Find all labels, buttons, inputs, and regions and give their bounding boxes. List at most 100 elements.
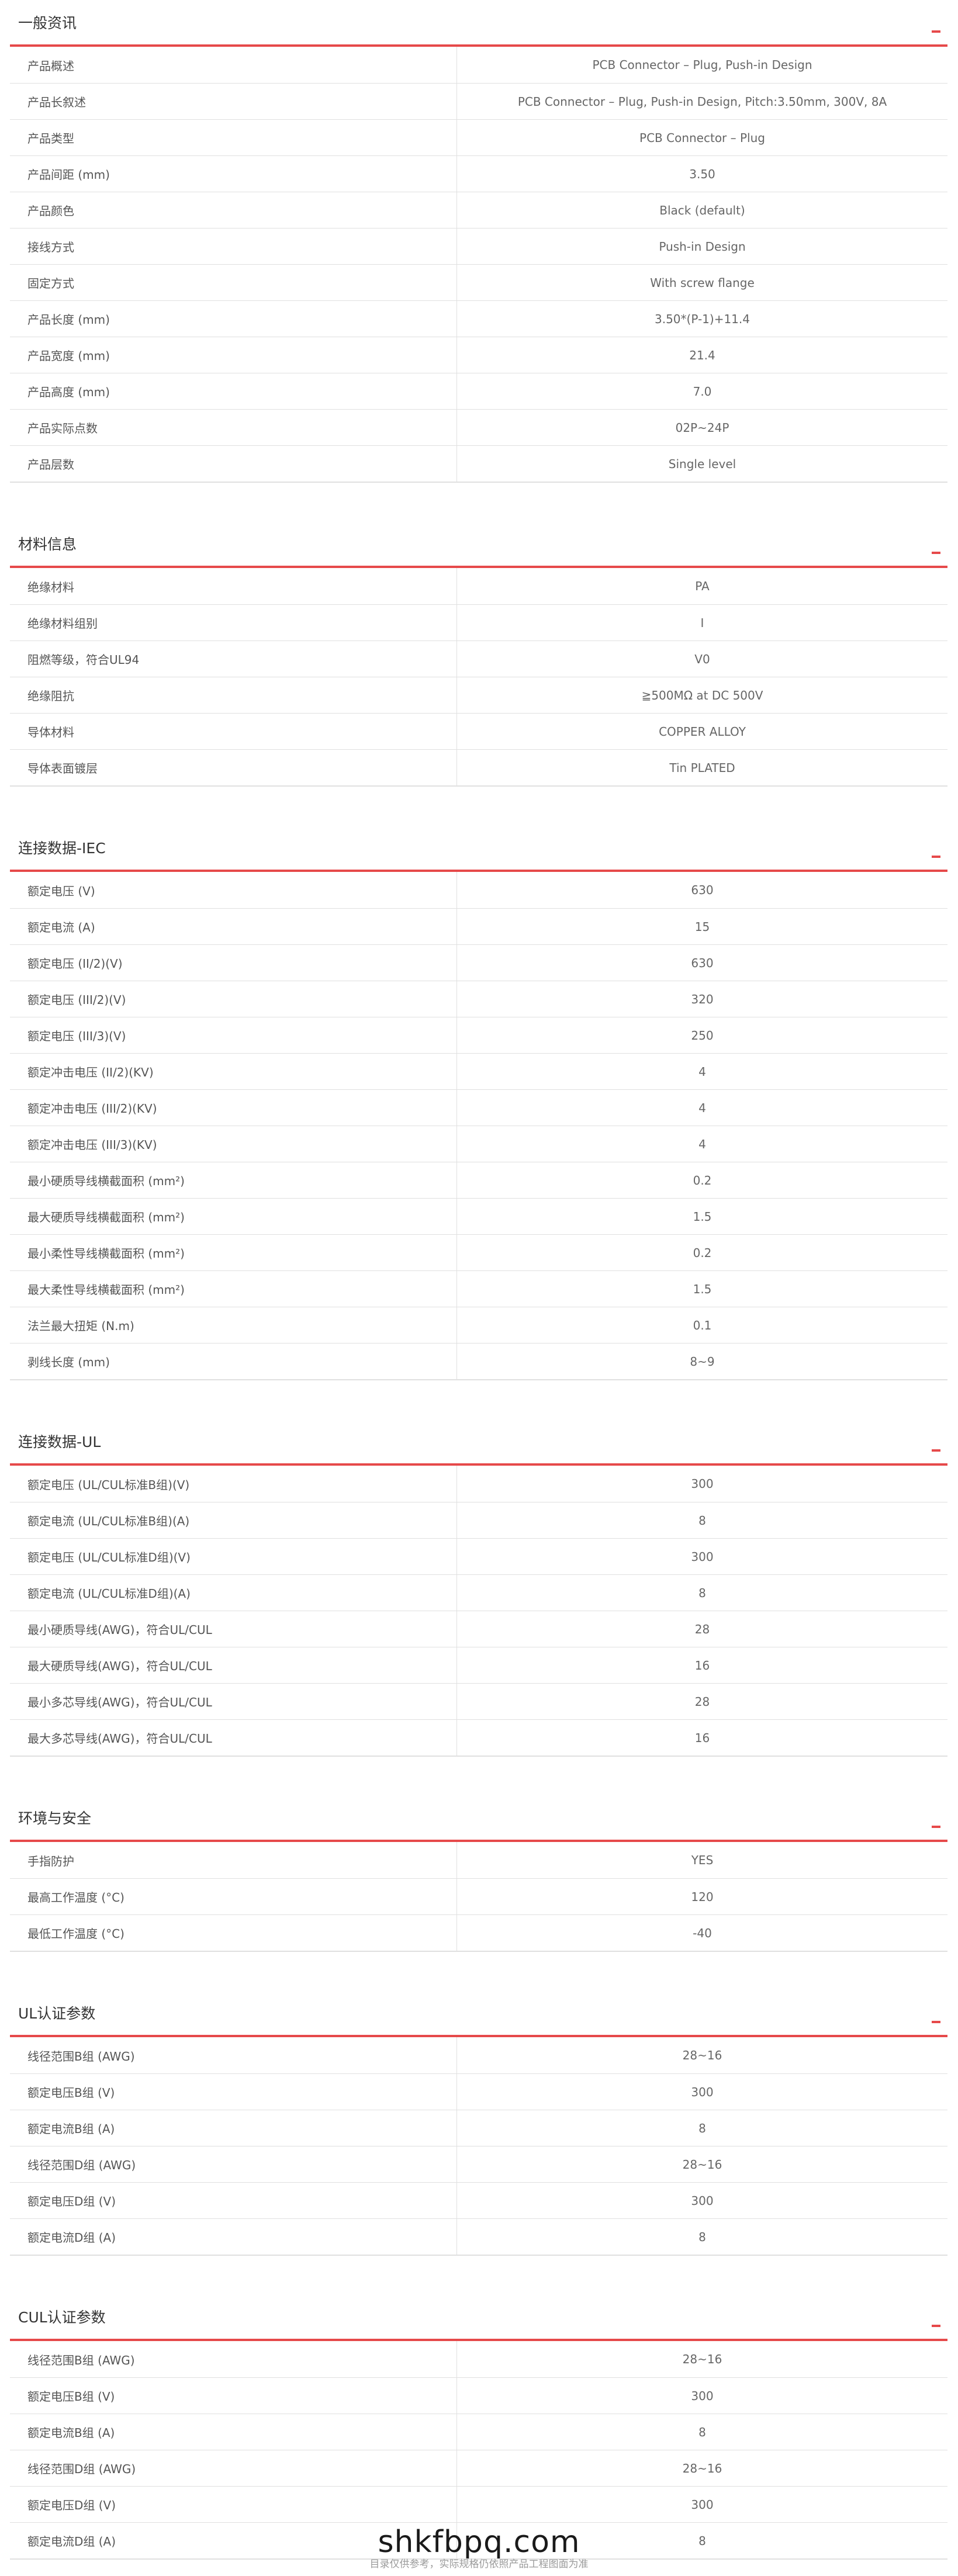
spec-value: 4 bbox=[698, 1137, 706, 1151]
spec-row: 额定冲击电压 (III/2)(KV) 4 bbox=[10, 1089, 947, 1126]
spec-value: 16 bbox=[694, 1658, 710, 1673]
section-header[interactable]: 材料信息 bbox=[10, 529, 947, 568]
spec-label: 线径范围D组 (AWG) bbox=[10, 2146, 457, 2182]
collapse-minus-icon[interactable] bbox=[932, 1826, 940, 1828]
spec-label: 额定电压 (UL/CUL标准B组)(V) bbox=[10, 1466, 457, 1502]
spec-label: 额定电压 (III/3)(V) bbox=[10, 1017, 457, 1053]
spec-value: 28 bbox=[694, 1622, 710, 1636]
spec-row: 额定冲击电压 (III/3)(KV) 4 bbox=[10, 1126, 947, 1162]
collapse-minus-icon[interactable] bbox=[932, 2325, 940, 2327]
spec-value: 630 bbox=[691, 883, 714, 897]
spec-section: 连接数据-IEC 额定电压 (V) 630 额定电流 (A) 15 额定电压 (II/2)… bbox=[10, 833, 947, 1380]
spec-row: 额定电流B组 (A) 8 bbox=[10, 2414, 947, 2450]
spec-row: 导体材料 COPPER ALLOY bbox=[10, 713, 947, 749]
spec-value: 28 bbox=[694, 1694, 710, 1709]
spec-table: 额定电压 (V) 630 额定电流 (A) 15 额定电压 (II/2)(V) 630 额定… bbox=[10, 872, 947, 1380]
spec-label: 额定电流B组 (A) bbox=[10, 2414, 457, 2450]
spec-value: 15 bbox=[694, 919, 710, 934]
spec-value: 630 bbox=[691, 955, 714, 970]
section-header[interactable]: UL认证参数 bbox=[10, 1999, 947, 2037]
spec-label: 产品间距 (mm) bbox=[10, 156, 457, 192]
section-header[interactable]: CUL认证参数 bbox=[10, 2303, 947, 2341]
spec-row: 最小多芯导线(AWG)，符合UL/CUL 28 bbox=[10, 1683, 947, 1719]
spec-label: 最高工作温度 (°C) bbox=[10, 1879, 457, 1914]
spec-value: 320 bbox=[691, 992, 714, 1006]
spec-label: 额定电压 (II/2)(V) bbox=[10, 945, 457, 981]
collapse-minus-icon[interactable] bbox=[932, 2021, 940, 2023]
spec-row: 额定电压 (UL/CUL标准D组)(V) 300 bbox=[10, 1538, 947, 1574]
spec-label: 绝缘材料组别 bbox=[10, 605, 457, 640]
spec-label: 绝缘阻抗 bbox=[10, 677, 457, 713]
spec-label: 最大硬质导线横截面积 (mm²) bbox=[10, 1199, 457, 1234]
spec-value: 300 bbox=[691, 2193, 714, 2208]
spec-row: 产品长度 (mm) 3.50*(P-1)+11.4 bbox=[10, 300, 947, 337]
spec-row: 最小硬质导线横截面积 (mm²) 0.2 bbox=[10, 1162, 947, 1198]
spec-row: 最大硬质导线(AWG)，符合UL/CUL 16 bbox=[10, 1647, 947, 1683]
spec-label: 产品概述 bbox=[10, 47, 457, 83]
section-header[interactable]: 连接数据-UL bbox=[10, 1427, 947, 1466]
spec-row: 额定电流D组 (A) 8 bbox=[10, 2218, 947, 2255]
spec-row: 额定冲击电压 (II/2)(KV) 4 bbox=[10, 1053, 947, 1089]
spec-row: 产品间距 (mm) 3.50 bbox=[10, 155, 947, 192]
spec-label: 最大硬质导线(AWG)，符合UL/CUL bbox=[10, 1647, 457, 1683]
spec-label: 阻燃等级，符合UL94 bbox=[10, 641, 457, 677]
spec-label: 产品宽度 (mm) bbox=[10, 337, 457, 373]
spec-row: 线径范围D组 (AWG) 28~16 bbox=[10, 2146, 947, 2182]
spec-row: 线径范围B组 (AWG) 28~16 bbox=[10, 2037, 947, 2073]
spec-section: UL认证参数 线径范围B组 (AWG) 28~16 额定电压B组 (V) 300 额定电流… bbox=[10, 1999, 947, 2256]
spec-label: 接线方式 bbox=[10, 228, 457, 264]
spec-row: 额定电压 (V) 630 bbox=[10, 872, 947, 908]
spec-label: 最低工作温度 (°C) bbox=[10, 1915, 457, 1951]
section-title: 一般资讯 bbox=[18, 15, 77, 32]
spec-value: 16 bbox=[694, 1730, 710, 1745]
spec-value: 3.50*(P-1)+11.4 bbox=[655, 311, 750, 326]
spec-section: 连接数据-UL 额定电压 (UL/CUL标准B组)(V) 300 额定电流 (UL/C… bbox=[10, 1427, 947, 1757]
spec-row: 最高工作温度 (°C) 120 bbox=[10, 1878, 947, 1914]
spec-table: 线径范围B组 (AWG) 28~16 额定电压B组 (V) 300 额定电流B组 (A)… bbox=[10, 2037, 947, 2256]
spec-label: 产品层数 bbox=[10, 446, 457, 482]
disclaimer-note: 目录仅供参考，实际规格仍依照产品工程图面为准 bbox=[369, 2558, 589, 2570]
spec-value: V0 bbox=[694, 652, 710, 666]
spec-label: 绝缘材料 bbox=[10, 568, 457, 604]
spec-row: 最大柔性导线横截面积 (mm²) 1.5 bbox=[10, 1270, 947, 1307]
spec-value: 300 bbox=[691, 2497, 714, 2512]
spec-value: Single level bbox=[668, 456, 736, 471]
spec-value: COPPER ALLOY bbox=[659, 724, 746, 739]
spec-table: 绝缘材料 PA 绝缘材料组别 I 阻燃等级，符合UL94 V0 绝缘阻抗 ≧500MΩ at … bbox=[10, 568, 947, 787]
collapse-minus-icon[interactable] bbox=[932, 856, 940, 858]
collapse-minus-icon[interactable] bbox=[932, 552, 940, 554]
spec-label: 额定电压D组 (V) bbox=[10, 2487, 457, 2522]
spec-value: 0.2 bbox=[693, 1245, 712, 1260]
section-title: CUL认证参数 bbox=[18, 2309, 106, 2326]
spec-row: 最低工作温度 (°C) -40 bbox=[10, 1914, 947, 1951]
spec-sections: 一般资讯产品概述 PCB Connector – Plug, Push-in De… bbox=[0, 0, 958, 2560]
spec-label: 产品实际点数 bbox=[10, 410, 457, 445]
spec-label: 最大多芯导线(AWG)，符合UL/CUL bbox=[10, 1720, 457, 1756]
spec-value: 8 bbox=[698, 1513, 706, 1528]
spec-value: 28~16 bbox=[682, 2157, 722, 2172]
spec-row: 产品宽度 (mm) 21.4 bbox=[10, 337, 947, 373]
section-header[interactable]: 连接数据-IEC bbox=[10, 833, 947, 872]
spec-value: 8 bbox=[698, 2425, 706, 2439]
spec-section: CUL认证参数 线径范围B组 (AWG) 28~16 额定电压B组 (V) 300 额定电… bbox=[10, 2303, 947, 2560]
spec-value: 8~9 bbox=[690, 1354, 715, 1369]
section-title: 连接数据-UL bbox=[18, 1434, 101, 1450]
spec-value: 300 bbox=[691, 2388, 714, 2403]
spec-row: 额定电压B组 (V) 300 bbox=[10, 2073, 947, 2110]
section-header[interactable]: 一般资讯 bbox=[10, 8, 947, 47]
spec-label: 导体材料 bbox=[10, 714, 457, 749]
spec-value: PCB Connector – Plug, Push-in Design, Pi… bbox=[517, 94, 887, 109]
spec-label: 产品长叙述 bbox=[10, 84, 457, 119]
spec-row: 产品层数 Single level bbox=[10, 445, 947, 482]
spec-value: 28~16 bbox=[682, 2352, 722, 2366]
spec-label: 额定电压 (V) bbox=[10, 872, 457, 908]
spec-value: Tin PLATED bbox=[669, 760, 735, 775]
collapse-minus-icon[interactable] bbox=[932, 1449, 940, 1452]
spec-value: 8 bbox=[698, 2121, 706, 2135]
spec-label: 产品长度 (mm) bbox=[10, 301, 457, 337]
spec-value: 3.50 bbox=[689, 167, 715, 181]
spec-section: 环境与安全 手指防护 YES 最高工作温度 (°C) 120 最低工作温度 (°C) -40 bbox=[10, 1803, 947, 1952]
collapse-minus-icon[interactable] bbox=[932, 30, 940, 33]
section-header[interactable]: 环境与安全 bbox=[10, 1803, 947, 1842]
